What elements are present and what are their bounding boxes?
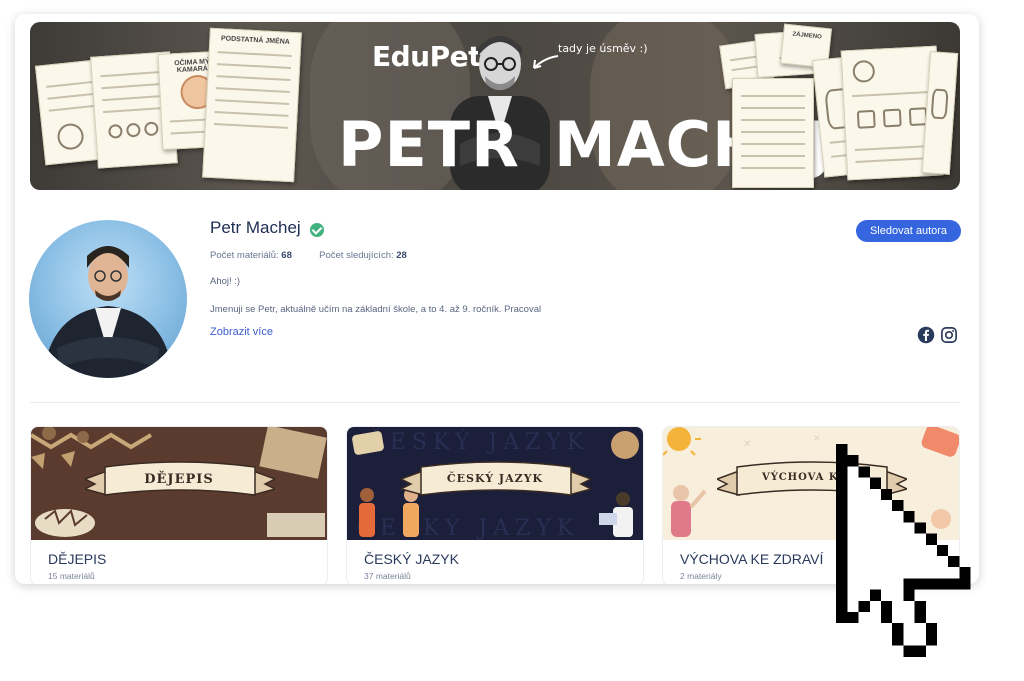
facebook-icon[interactable] <box>917 326 935 344</box>
svg-text:✕: ✕ <box>813 433 821 443</box>
category-count: 37 materiálů <box>364 571 411 581</box>
category-title: VÝCHOVA KE ZDRAVÍ <box>680 551 824 567</box>
mouse-cursor-icon <box>836 444 971 657</box>
banner-first-name: PETR <box>338 108 520 181</box>
category-card-cesky-jazyk[interactable]: ČESKÝ JAZYK ČESKÝ JAZYK ČESKÝ JAZYK ČESK… <box>346 426 644 584</box>
category-count: 15 materiálů <box>48 571 95 581</box>
svg-text:ČESKÝ JAZYK: ČESKÝ JAZYK <box>367 428 589 455</box>
author-profile-card: OČIMA MÝCH KAMARÁDŮ PODSTATNÁ JMÉNA EduP… <box>15 14 979 584</box>
category-ribbon-label: DĚJEPIS <box>144 472 214 487</box>
followers-count: 28 <box>396 250 407 261</box>
verified-check-icon <box>310 223 324 237</box>
category-title: ČESKÝ JAZYK <box>364 551 459 567</box>
worksheet-title: ZÁJMENO <box>792 31 822 41</box>
category-title: DĚJEPIS <box>48 551 107 567</box>
category-card-dejepis[interactable]: DĚJEPIS DĚJEPIS 15 materiálů <box>30 426 328 584</box>
instagram-icon[interactable] <box>940 326 958 344</box>
show-more-link[interactable]: Zobrazit více <box>210 326 273 338</box>
svg-text:✕: ✕ <box>743 439 751 450</box>
worksheet-title: PODSTATNÁ JMÉNA <box>220 35 290 46</box>
avatar <box>29 220 187 378</box>
worksheet-image <box>732 78 814 188</box>
followers-label: Počet sledujících: <box>319 250 394 261</box>
materials-count: 68 <box>281 250 292 261</box>
svg-text:ČESKÝ JAZYK: ČESKÝ JAZYK <box>357 514 579 540</box>
category-count: 2 materiály <box>680 571 722 581</box>
banner-tagline: tady je úsměv :) <box>558 42 648 55</box>
section-divider <box>30 402 960 403</box>
bio-greeting: Ahoj! :) <box>210 276 241 287</box>
category-ribbon-label: ČESKÝ JAZYK <box>446 472 544 485</box>
worksheet-image: PODSTATNÁ JMÉNA <box>202 27 302 183</box>
author-name: Petr Machej <box>210 218 301 237</box>
author-stats: Počet materiálů: 68 Počet sledujících: 2… <box>210 250 407 261</box>
follow-author-button[interactable]: Sledovat autora <box>856 220 961 242</box>
profile-banner: OČIMA MÝCH KAMARÁDŮ PODSTATNÁ JMÉNA EduP… <box>30 22 960 190</box>
materials-label: Počet materiálů: <box>210 250 279 261</box>
